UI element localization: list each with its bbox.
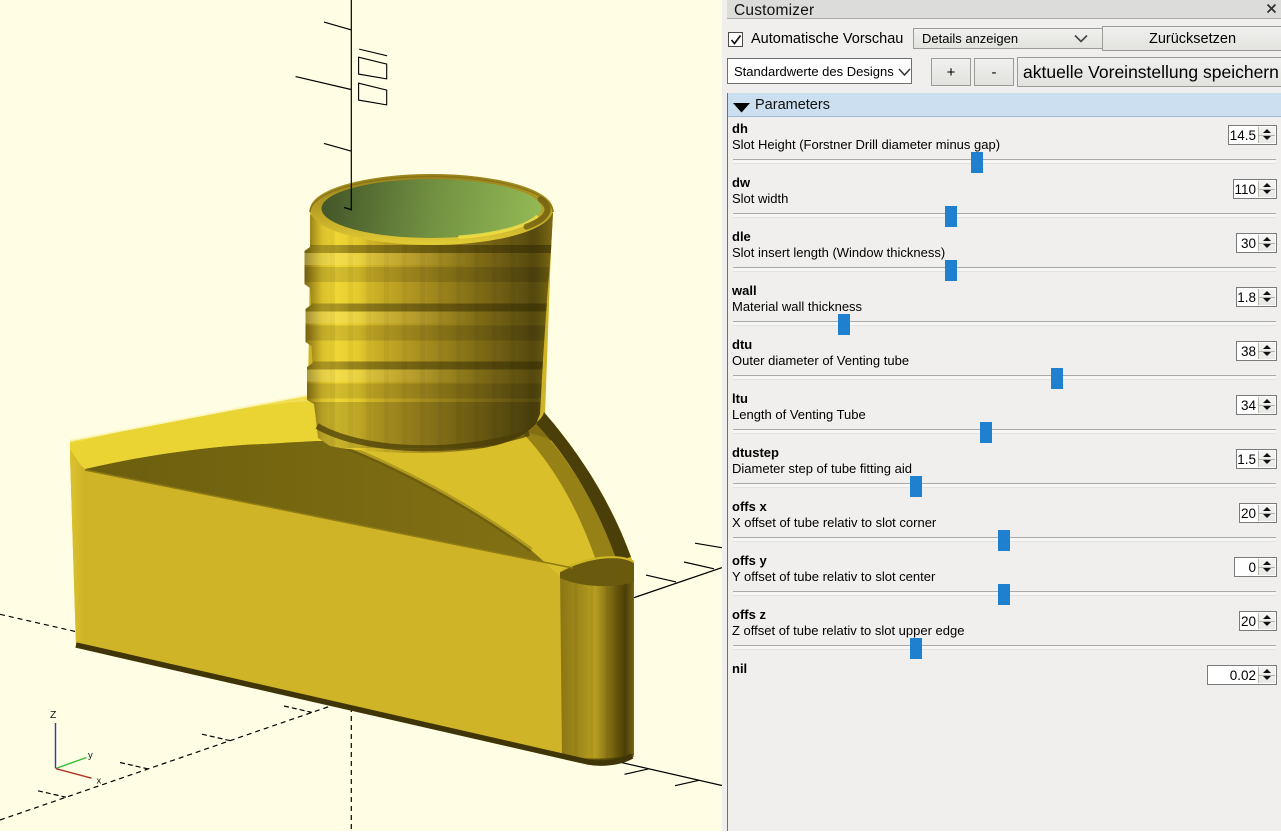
svg-text:y: y (88, 750, 93, 761)
svg-text:x: x (97, 776, 102, 787)
svg-text:Z: Z (50, 709, 57, 721)
